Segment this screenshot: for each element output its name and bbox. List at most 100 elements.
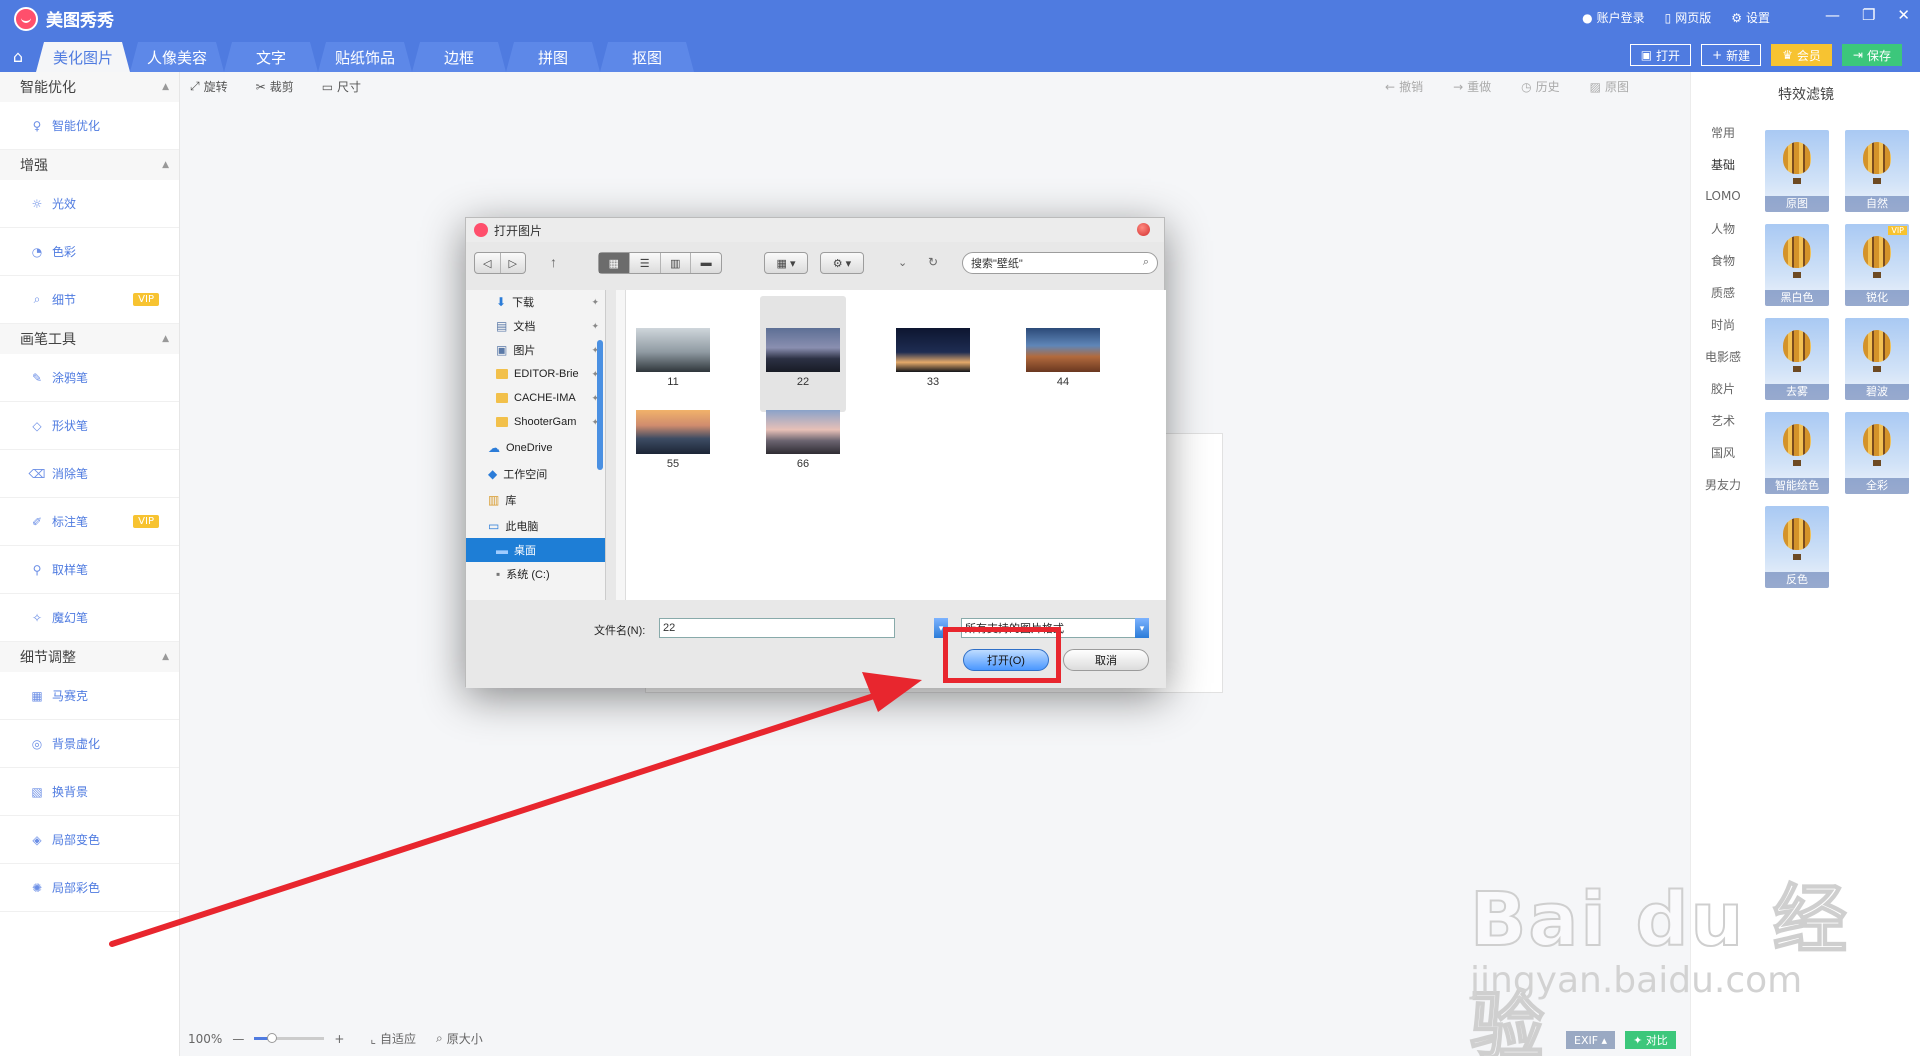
sidebar-item[interactable]: ✺ 局部彩色	[0, 864, 179, 912]
home-icon[interactable]: ⌂	[0, 40, 36, 72]
dialog-nav-item[interactable]: EDITOR-Brie ✦	[466, 362, 605, 386]
cancel-button[interactable]: 取消	[1063, 649, 1149, 671]
login-link[interactable]: ● 账户登录	[1582, 9, 1645, 26]
sidebar-item[interactable]: ✐ 标注笔 VIP	[0, 498, 179, 546]
filter-category[interactable]: 男友力	[1695, 468, 1751, 500]
filter-category[interactable]: 电影感	[1695, 340, 1751, 372]
sidebar-section-header[interactable]: 智能优化 ▲	[0, 72, 179, 102]
tab-stickers[interactable]: 贴纸饰品	[318, 42, 412, 72]
filter-category[interactable]: 胶片	[1695, 372, 1751, 404]
new-button[interactable]: + 新建	[1701, 44, 1762, 66]
dialog-nav-item[interactable]: ▪ 系统 (C:)	[466, 562, 605, 586]
minimize-icon[interactable]: —	[1825, 6, 1840, 24]
chevron-down-icon[interactable]: ⌄	[898, 256, 907, 269]
zoom-in-icon[interactable]: +	[334, 1032, 344, 1046]
dialog-nav-item[interactable]: ▤ 文档 ✦	[466, 314, 605, 338]
tab-cutout[interactable]: 抠图	[600, 42, 694, 72]
dialog-nav-item[interactable]: ▣ 图片 ✦	[466, 338, 605, 362]
dialog-nav-item[interactable]: ◆ 工作空间	[466, 462, 605, 486]
close-icon[interactable]: ✕	[1897, 6, 1910, 24]
filter-category[interactable]: 基础	[1695, 148, 1751, 180]
search-input[interactable]: 搜索"壁纸" ⌕	[962, 252, 1158, 274]
arrange-button[interactable]: ▦ ▾	[764, 252, 808, 274]
filter-thumbnail[interactable]: 智能绘色	[1765, 412, 1829, 494]
dialog-nav-item[interactable]: ☁ OneDrive	[466, 436, 605, 460]
sidebar-item[interactable]: ⌕ 细节 VIP	[0, 276, 179, 324]
open-button[interactable]: ▣ 打开	[1629, 44, 1692, 66]
back-icon[interactable]: ◁	[475, 253, 501, 273]
settings-link[interactable]: ⚙ 设置	[1731, 9, 1770, 26]
sidebar-section-header[interactable]: 画笔工具 ▲	[0, 324, 179, 354]
sidebar-item[interactable]: ◎ 背景虚化	[0, 720, 179, 768]
tab-portrait[interactable]: 人像美容	[130, 42, 224, 72]
file-item[interactable]: 66	[760, 410, 846, 470]
zoom-slider[interactable]	[254, 1033, 325, 1043]
web-version-link[interactable]: ▯ 网页版	[1665, 9, 1712, 26]
filter-category[interactable]: 艺术	[1695, 404, 1751, 436]
file-item[interactable]: 44	[1020, 328, 1106, 388]
sidebar-item[interactable]: ✧ 魔幻笔	[0, 594, 179, 642]
filter-thumbnail[interactable]: 黑白色	[1765, 224, 1829, 306]
refresh-icon[interactable]: ↻	[928, 255, 938, 269]
member-button[interactable]: ♛ 会员	[1771, 44, 1832, 66]
column-view-icon[interactable]: ▥	[661, 253, 692, 273]
sidebar-item[interactable]: ⌫ 消除笔	[0, 450, 179, 498]
sidebar-item[interactable]: ♀ 智能优化	[0, 102, 179, 150]
sidebar-item[interactable]: ▦ 马赛克	[0, 672, 179, 720]
tab-collage[interactable]: 拼图	[506, 42, 600, 72]
undo-button[interactable]: ← 撤销	[1385, 78, 1423, 95]
gallery-view-icon[interactable]: ▬	[691, 253, 721, 273]
filter-thumbnail[interactable]: VIP 锐化	[1845, 224, 1909, 306]
save-button[interactable]: ⇥ 保存	[1841, 44, 1902, 66]
up-folder-icon[interactable]: ↑	[550, 254, 557, 270]
dialog-sidebar-scrollbar[interactable]	[597, 294, 603, 594]
filter-category[interactable]: 质感	[1695, 276, 1751, 308]
forward-icon[interactable]: ▷	[501, 253, 526, 273]
filter-thumbnail[interactable]: 反色	[1765, 506, 1829, 588]
dialog-nav-item[interactable]: ▬ 桌面	[466, 538, 605, 562]
dialog-nav-item[interactable]: CACHE-IMA ✦	[466, 386, 605, 410]
sidebar-item[interactable]: ☼ 光效	[0, 180, 179, 228]
zoom-slider-knob[interactable]	[266, 1033, 277, 1043]
dialog-nav-item[interactable]: ShooterGam ✦	[466, 410, 605, 434]
filter-category[interactable]: 国风	[1695, 436, 1751, 468]
size-button[interactable]: ▭ 尺寸	[322, 78, 361, 95]
dialog-close-icon[interactable]	[1137, 223, 1150, 236]
action-button[interactable]: ⚙ ▾	[820, 252, 864, 274]
filter-category[interactable]: 人物	[1695, 212, 1751, 244]
file-item[interactable]: 22	[760, 296, 846, 412]
scrollbar-thumb[interactable]	[597, 340, 603, 470]
sidebar-item[interactable]: ◔ 色彩	[0, 228, 179, 276]
filter-category[interactable]: 食物	[1695, 244, 1751, 276]
sidebar-item[interactable]: ✎ 涂鸦笔	[0, 354, 179, 402]
sidebar-item[interactable]: ⚲ 取样笔	[0, 546, 179, 594]
original-button[interactable]: ▨ 原图	[1590, 78, 1629, 95]
filter-thumbnail[interactable]: 全彩	[1845, 412, 1909, 494]
redo-button[interactable]: → 重做	[1453, 78, 1491, 95]
sidebar-item[interactable]: ▧ 换背景	[0, 768, 179, 816]
fit-button[interactable]: ⌞ 自适应	[370, 1030, 416, 1047]
filter-category[interactable]: 常用	[1695, 116, 1751, 148]
sidebar-section-header[interactable]: 增强 ▲	[0, 150, 179, 180]
zoom-out-icon[interactable]: —	[232, 1032, 244, 1046]
tab-text[interactable]: 文字	[224, 42, 318, 72]
rotate-button[interactable]: ⤢ 旋转	[190, 78, 228, 95]
list-view-icon[interactable]: ☰	[630, 253, 661, 273]
format-dropdown-icon[interactable]: ▾	[1135, 618, 1149, 638]
maximize-icon[interactable]: ❐	[1862, 6, 1875, 24]
sidebar-item[interactable]: ◇ 形状笔	[0, 402, 179, 450]
crop-button[interactable]: ✂ 裁剪	[256, 78, 294, 95]
file-grid-scrollbar[interactable]	[616, 290, 626, 600]
file-item[interactable]: 55	[630, 410, 716, 470]
tab-border[interactable]: 边框	[412, 42, 506, 72]
sidebar-item[interactable]: ◈ 局部变色	[0, 816, 179, 864]
history-button[interactable]: ◷ 历史	[1521, 78, 1560, 95]
file-item[interactable]: 11	[630, 328, 716, 388]
actual-size-button[interactable]: ⌕ 原大小	[436, 1030, 483, 1047]
sidebar-section-header[interactable]: 细节调整 ▲	[0, 642, 179, 672]
filter-category[interactable]: LOMO	[1695, 180, 1751, 212]
filter-thumbnail[interactable]: 去雾	[1765, 318, 1829, 400]
dialog-nav-item[interactable]: ⬇ 下载 ✦	[466, 290, 605, 314]
icon-view-icon[interactable]: ▦	[599, 253, 630, 273]
filename-input[interactable]: 22	[659, 618, 895, 638]
